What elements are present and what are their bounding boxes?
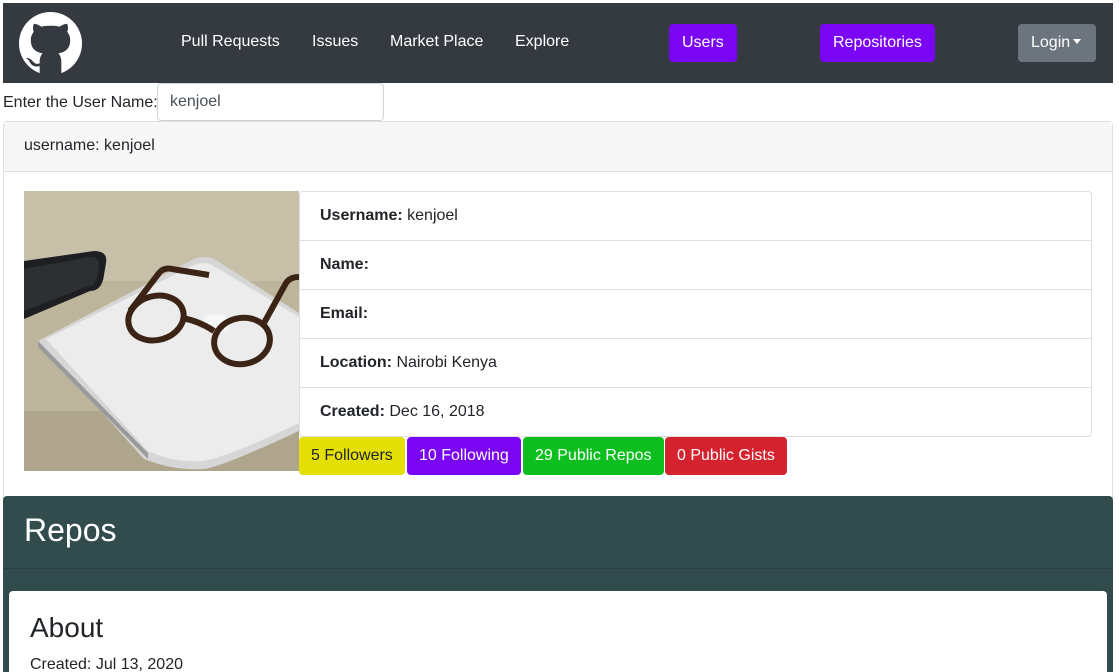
following-badge: 10 Following — [407, 437, 521, 475]
profile-card: username: kenjoel Username: kenjoel Name… — [3, 121, 1113, 501]
repos-divider — [3, 568, 1113, 569]
info-created-value: Dec 16, 2018 — [389, 403, 485, 420]
repo-card-created: Created: Jul 13, 2020 — [30, 656, 183, 672]
info-location-value: Nairobi Kenya — [396, 354, 497, 371]
info-email: Email: — [300, 290, 1091, 339]
public-repos-badge: 29 Public Repos — [523, 437, 664, 475]
nav-link-pull-requests[interactable]: Pull Requests — [181, 32, 280, 52]
info-name: Name: — [300, 241, 1091, 290]
navbar: Pull Requests Issues Market Place Explor… — [3, 3, 1113, 83]
username-search-input[interactable] — [157, 83, 384, 121]
repo-card[interactable]: About Created: Jul 13, 2020 — [9, 591, 1107, 672]
info-created-label: Created: — [320, 403, 385, 420]
info-email-label: Email: — [320, 305, 369, 322]
profile-info-list: Username: kenjoel Name: Email: Location:… — [299, 191, 1092, 437]
caret-down-icon — [1073, 39, 1082, 44]
github-logo-icon[interactable] — [18, 11, 83, 76]
login-label: Login — [1031, 34, 1071, 51]
profile-avatar-image — [24, 191, 299, 471]
app-frame: Pull Requests Issues Market Place Explor… — [3, 3, 1113, 672]
info-username: Username: kenjoel — [300, 192, 1091, 241]
nav-link-explore[interactable]: Explore — [515, 32, 569, 52]
profile-card-header: username: kenjoel — [4, 122, 1112, 172]
repositories-button[interactable]: Repositories — [820, 24, 935, 62]
followers-badge: 5 Followers — [299, 437, 405, 475]
info-username-value: kenjoel — [407, 207, 458, 224]
repo-card-title: About — [30, 612, 104, 643]
login-dropdown-button[interactable]: Login — [1018, 24, 1096, 62]
search-label: Enter the User Name: — [3, 94, 158, 111]
nav-link-market-place[interactable]: Market Place — [390, 32, 483, 52]
info-username-label: Username: — [320, 207, 403, 224]
info-name-label: Name: — [320, 256, 369, 273]
public-gists-badge: 0 Public Gists — [665, 437, 787, 475]
users-button[interactable]: Users — [669, 24, 737, 62]
nav-link-issues[interactable]: Issues — [312, 32, 358, 52]
info-created: Created: Dec 16, 2018 — [300, 388, 1091, 437]
repos-title: Repos — [24, 512, 117, 548]
info-location: Location: Nairobi Kenya — [300, 339, 1091, 388]
info-location-label: Location: — [320, 354, 392, 371]
repos-section: Repos About Created: Jul 13, 2020 — [3, 496, 1113, 672]
